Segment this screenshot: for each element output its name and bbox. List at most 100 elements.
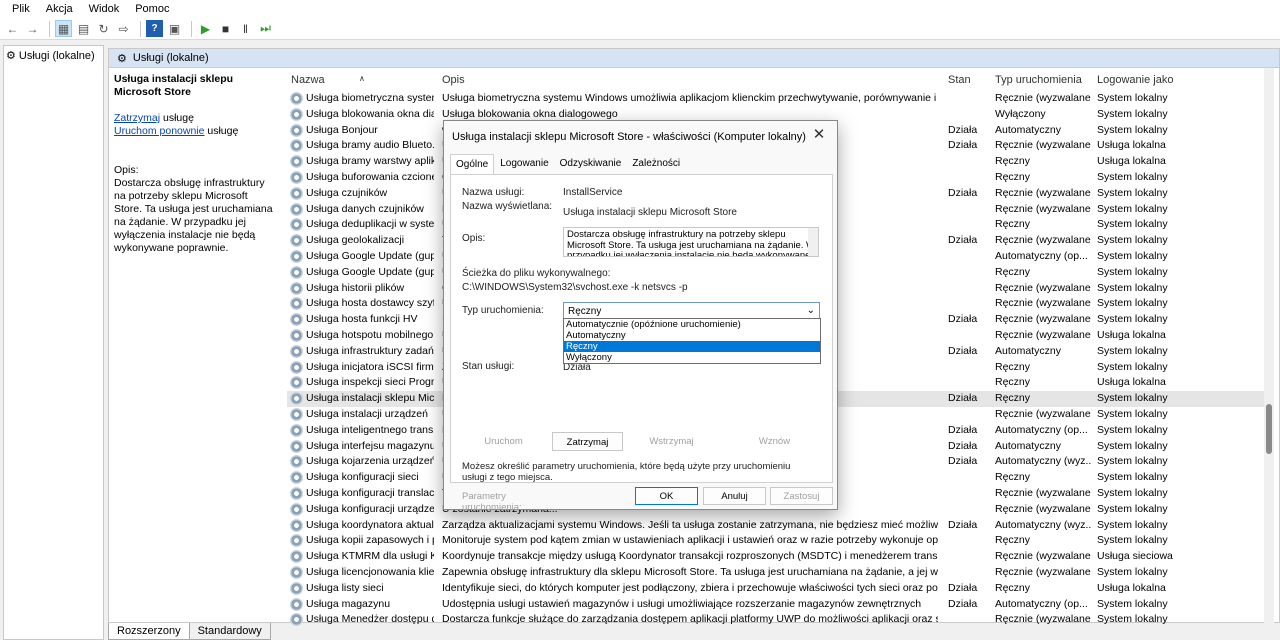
close-icon[interactable]: ✕ (811, 127, 827, 143)
service-startup-type-cell: Wyłączony (995, 107, 1046, 120)
service-name-cell: Usługa konfiguracji urządze... (306, 502, 434, 515)
table-row[interactable]: Usługa listy sieci Identyfikuje sieci, do… (287, 581, 1272, 597)
service-name-cell: Usługa infrastruktury zadań ... (306, 344, 434, 357)
gear-icon (290, 534, 303, 548)
executable-path-value: C:\WINDOWS\System32\svchost.exe -k netsv… (462, 282, 688, 293)
properties-dialog: Usługa instalacji sklepu Microsoft Store… (443, 120, 838, 513)
table-row[interactable]: Usługa licencjonowania klie... Zapewnia o… (287, 565, 1272, 581)
menu-bar: Plik Akcja Widok Pomoc (0, 0, 1280, 18)
restart-service-icon[interactable]: ⏭ (257, 20, 274, 37)
apply-button[interactable]: Zastosuj (770, 487, 833, 505)
tab-dependencies[interactable]: Zależności (627, 154, 685, 174)
toolbar-separator (49, 20, 50, 37)
menu-view[interactable]: Widok (81, 3, 128, 15)
table-row[interactable]: Usługa Menedżer dostępu d... Dostarcza fu… (287, 612, 1272, 628)
stop-button[interactable]: Zatrzymaj (552, 432, 623, 451)
gear-icon (290, 265, 303, 279)
mmc-help-icon[interactable]: ▣ (166, 20, 183, 37)
service-startup-type-cell: Ręcznie (wyzwalane... (995, 502, 1091, 515)
column-header-startup-type[interactable]: Typ uruchomienia (995, 74, 1082, 86)
gear-icon (290, 455, 303, 469)
menu-file[interactable]: Plik (4, 3, 38, 15)
restart-link-suffix: usługę (204, 125, 239, 137)
back-arrow-icon[interactable]: ← (4, 20, 21, 37)
forward-arrow-icon[interactable]: → (24, 20, 41, 37)
startup-option-disabled[interactable]: Wyłączony (564, 352, 820, 363)
vertical-scrollbar[interactable] (1264, 68, 1274, 628)
service-name-cell: Usługa biometryczna system... (306, 92, 434, 104)
tab-standard[interactable]: Standardowy (188, 623, 271, 640)
service-log-on-cell: System lokalny (1097, 597, 1168, 610)
description-scrollbar[interactable] (808, 228, 818, 256)
service-log-on-cell: System lokalny (1097, 281, 1168, 294)
startup-option-automatic-delayed[interactable]: Automatycznie (opóźnione uruchomienie) (564, 319, 820, 330)
view-tabs: Rozszerzony Standardowy (108, 623, 271, 640)
column-header-log-on-as[interactable]: Logowanie jako (1097, 74, 1173, 86)
gear-icon (290, 407, 303, 421)
service-name-cell: Usługa kopii zapasowych i p... (306, 534, 434, 547)
properties-icon[interactable]: ▤ (75, 20, 92, 37)
gear-icon (290, 471, 303, 485)
menu-action[interactable]: Akcja (38, 3, 81, 15)
startup-option-automatic[interactable]: Automatyczny (564, 330, 820, 341)
table-row[interactable]: Usługa KTMRM dla usługi K... Koordynuje t… (287, 549, 1272, 565)
column-header-description[interactable]: Opis (442, 74, 465, 86)
start-parameters-note: Możesz określić parametry uruchomienia, … (462, 461, 791, 483)
table-row[interactable]: Usługa magazynu Udostępnia usługi ustawie… (287, 597, 1272, 613)
service-startup-type-cell: Ręczny (995, 360, 1031, 373)
sort-up-icon: ∧ (359, 74, 365, 83)
start-button[interactable]: Uruchom (468, 432, 539, 451)
service-name-cell: Usługa listy sieci (306, 581, 384, 594)
service-status-label: Stan usługi: (462, 361, 515, 372)
service-name-cell: Usługa danych czujników (306, 202, 424, 215)
stop-service-link[interactable]: Zatrzymaj (114, 112, 160, 124)
service-status-cell: Działa (948, 123, 978, 136)
service-status-cell: Działa (948, 234, 978, 247)
column-header-name[interactable]: Nazwa (291, 74, 325, 86)
export-list-icon[interactable]: ⇨ (115, 20, 132, 37)
menu-help[interactable]: Pomoc (127, 3, 177, 15)
stop-service-icon[interactable]: ■ (217, 20, 234, 37)
cancel-button[interactable]: Anuluj (703, 487, 766, 505)
service-name-cell: Usługa instalacji sklepu Micr... (306, 392, 434, 405)
panel-header: ⚙ Usługi (lokalne) (109, 49, 1279, 68)
tab-recovery[interactable]: Odzyskiwanie (555, 154, 627, 174)
gear-icon (290, 249, 303, 263)
gear-icon (290, 218, 303, 232)
tree-node-local-services[interactable]: ⚙ Usługi (lokalne) (4, 46, 103, 65)
service-name-cell: Usługa konfiguracji sieci (306, 471, 419, 484)
show-hide-console-tree-icon[interactable]: ▦ (55, 20, 72, 37)
resume-button[interactable]: Wznów (739, 432, 810, 451)
gear-icon (290, 392, 303, 406)
start-service-icon[interactable]: ▶ (197, 20, 214, 37)
pause-button[interactable]: Wstrzymaj (636, 432, 707, 451)
pause-service-icon[interactable]: ‖ (237, 20, 254, 37)
table-row[interactable]: Usługa kopii zapasowych i p... Monitoruje… (287, 533, 1272, 549)
service-log-on-cell: System lokalny (1097, 218, 1168, 231)
tab-extended[interactable]: Rozszerzony (108, 623, 190, 640)
ok-button[interactable]: OK (635, 487, 698, 505)
service-log-on-cell: System lokalny (1097, 565, 1168, 578)
gear-icon (290, 202, 303, 216)
service-name-cell: Usługa Google Update (gup... (306, 265, 434, 278)
service-startup-type-cell: Ręcznie (wyzwalane... (995, 407, 1091, 420)
service-log-on-cell: Usługa lokalna (1097, 155, 1166, 168)
restart-service-link[interactable]: Uruchom ponownie (114, 125, 204, 137)
description-textbox[interactable]: Dostarcza obsługę infrastruktury na potr… (563, 227, 819, 257)
service-name-cell: Usługa czujników (306, 186, 388, 199)
startup-option-manual[interactable]: Ręczny (564, 341, 820, 352)
service-name-cell: Usługa geolokalizacji (306, 234, 405, 247)
refresh-icon[interactable]: ↻ (95, 20, 112, 37)
table-row[interactable]: Usługa biometryczna system... Usługa biom… (287, 91, 1272, 107)
column-header-status[interactable]: Stan (948, 74, 971, 86)
service-log-on-cell: System lokalny (1097, 439, 1168, 452)
table-row[interactable]: Usługa koordynatora aktuali... Zarządza a… (287, 518, 1272, 534)
tab-log-on[interactable]: Logowanie (495, 154, 553, 174)
help-icon[interactable]: ? (146, 20, 163, 37)
service-startup-type-cell: Ręcznie (wyzwalane... (995, 328, 1091, 341)
scrollbar-thumb[interactable] (1266, 404, 1272, 454)
tab-general[interactable]: Ogólne (450, 154, 495, 174)
service-name-cell: Usługa inicjatora iSCSI firmy ... (306, 360, 434, 373)
service-name-cell: Usługa inteligentnego trans... (306, 423, 434, 436)
gear-icon (290, 376, 303, 390)
